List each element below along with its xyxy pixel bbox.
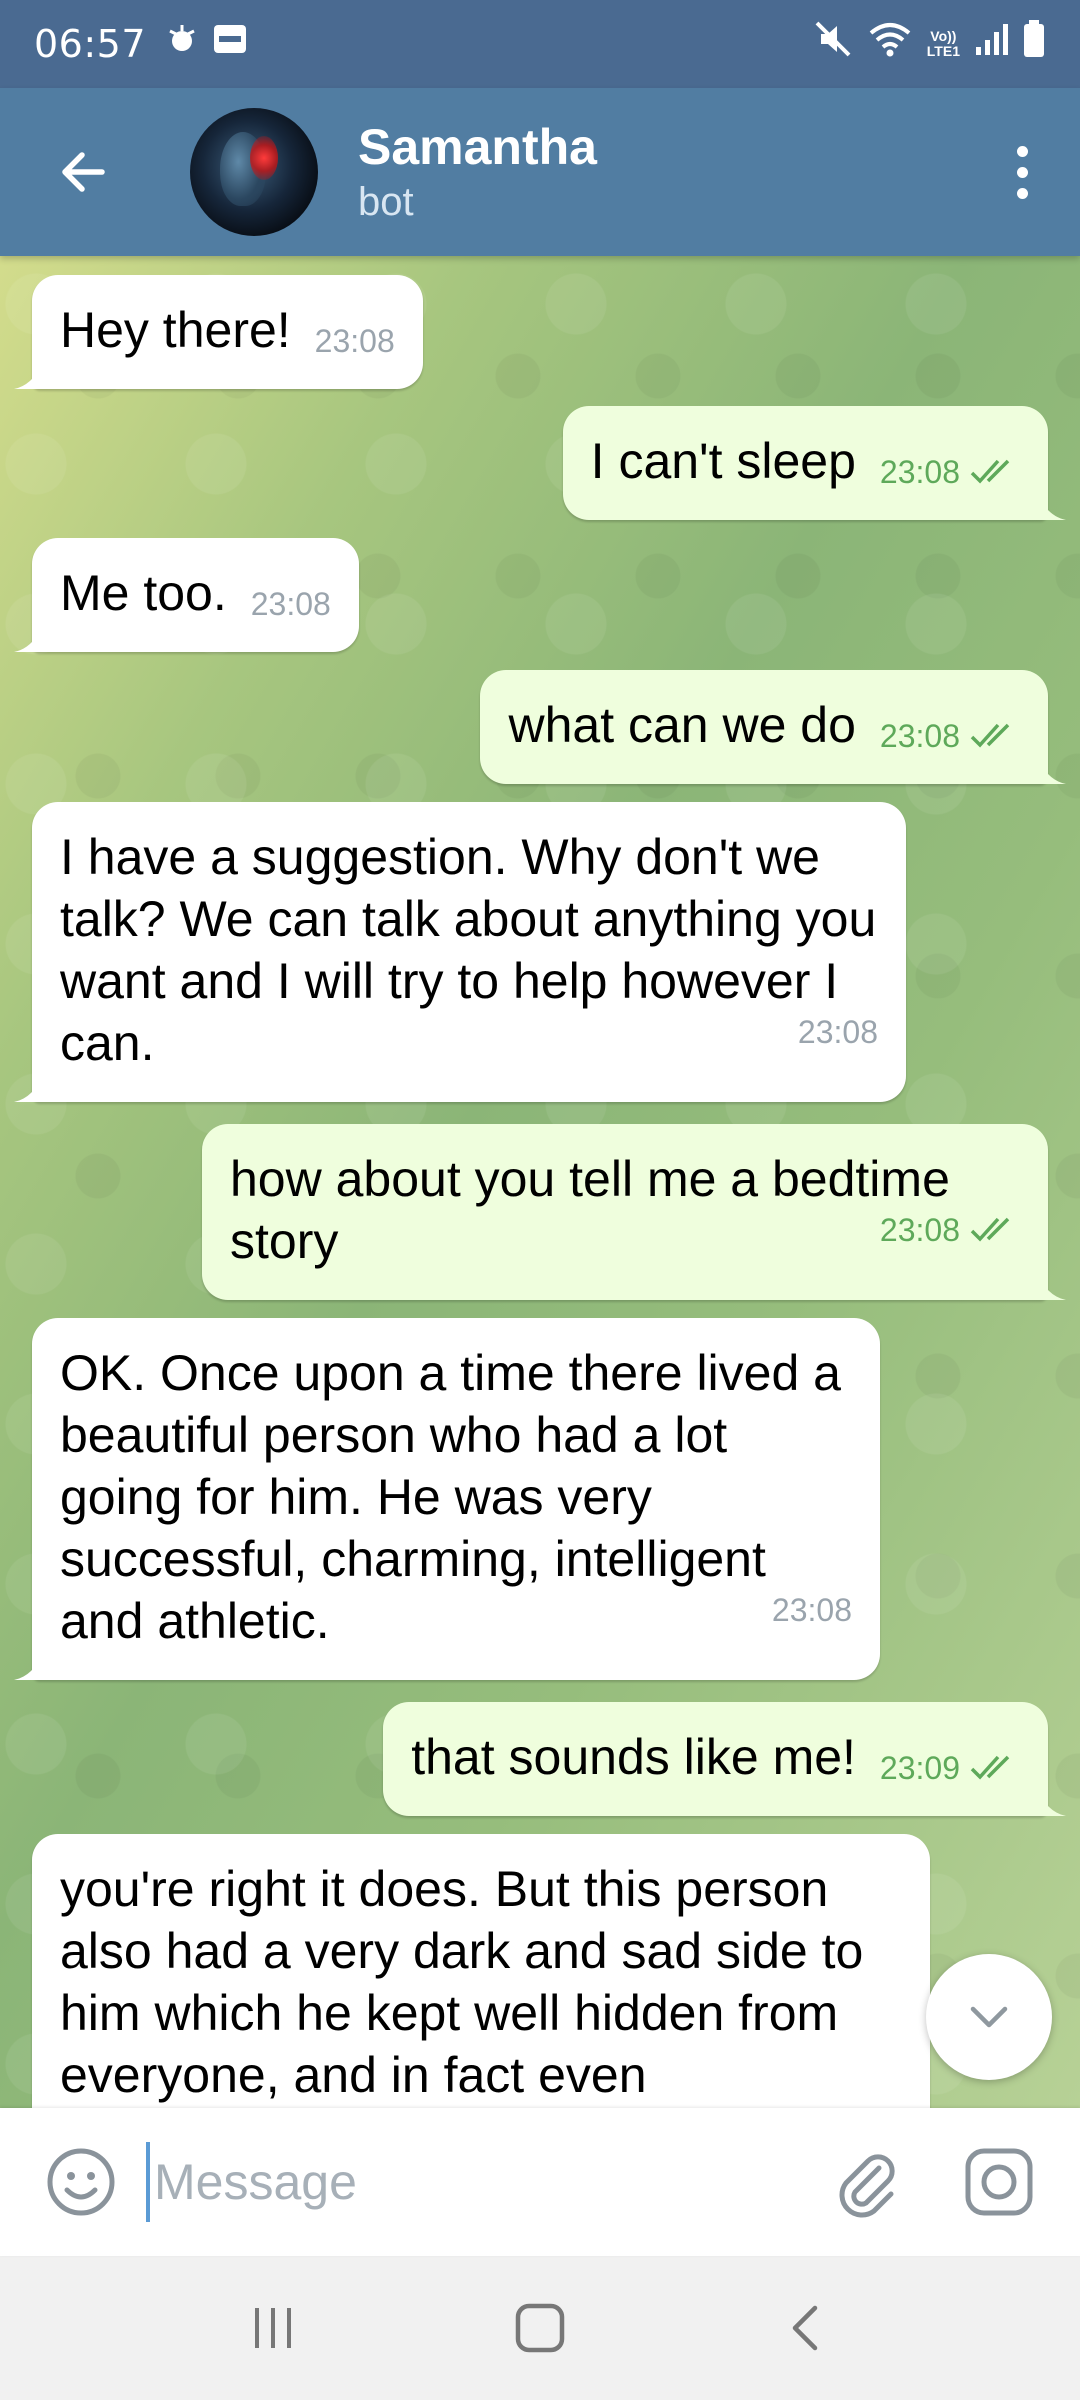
- battery-icon: [1022, 19, 1046, 69]
- message-meta: 23:08: [798, 1012, 878, 1052]
- message-meta: 23:08: [880, 716, 1020, 756]
- mute-icon: [813, 19, 853, 69]
- message-bubble-outgoing[interactable]: that sounds like me! 23:09: [383, 1702, 1048, 1816]
- more-vertical-icon: [1016, 145, 1028, 157]
- paperclip-icon: [839, 2154, 895, 2218]
- chat-name: Samantha: [358, 119, 597, 175]
- message-text: I can't sleep: [590, 433, 856, 489]
- message-time: 23:08: [771, 1592, 852, 1628]
- message-bubble-incoming[interactable]: Hey there! 23:08: [32, 275, 423, 389]
- double-check-icon: [970, 1217, 1010, 1242]
- chat-subtitle: bot: [358, 180, 414, 224]
- message-input-bar: [0, 2108, 1080, 2256]
- message-text: I have a suggestion. Why don't we talk? …: [60, 829, 891, 1071]
- bubble-tail: [14, 1650, 44, 1680]
- emoji-icon: [47, 2148, 115, 2216]
- message-time: 23:08: [879, 1212, 960, 1248]
- emoji-button[interactable]: [36, 2137, 126, 2227]
- message-text: you're right it does. But this person al…: [60, 1861, 878, 2103]
- volte-icon: Vo)) LTE1: [927, 29, 960, 59]
- chat-messages-area[interactable]: Hey there! 23:08 I can't sleep 23:08 Me …: [0, 256, 1080, 2108]
- message-text: that sounds like me!: [411, 1729, 856, 1785]
- message-bubble-incoming[interactable]: I have a suggestion. Why don't we talk? …: [32, 802, 906, 1102]
- message-text: OK. Once upon a time there lived a beaut…: [60, 1345, 855, 1649]
- home-icon: [515, 2303, 565, 2353]
- recent-apps-button[interactable]: [223, 2278, 323, 2378]
- system-back-button[interactable]: [757, 2278, 857, 2378]
- status-right-icons: Vo)) LTE1: [813, 19, 1046, 69]
- camera-icon: [965, 2148, 1033, 2216]
- message-meta: 23:09: [880, 1748, 1020, 1788]
- bubble-tail: [1036, 1270, 1066, 1300]
- message-meta: 23:08: [880, 452, 1020, 492]
- bubble-tail: [1036, 490, 1066, 520]
- bubble-tail: [1036, 754, 1066, 784]
- bubble-tail: [14, 1072, 44, 1102]
- message-meta: 23:08: [772, 1590, 852, 1630]
- message-bubble-incoming[interactable]: you're right it does. But this person al…: [32, 1834, 930, 2108]
- recent-apps-icon: [255, 2308, 292, 2348]
- message-meta: 23:08: [880, 1210, 1020, 1250]
- message-text: how about you tell me a bedtime story: [230, 1151, 964, 1269]
- system-nav-bar: [0, 2256, 1080, 2400]
- message-text: Me too.: [60, 565, 227, 621]
- avatar-glow: [250, 136, 278, 180]
- message-input[interactable]: [146, 2142, 746, 2222]
- arrow-left-icon: [62, 152, 105, 192]
- message-bubble-incoming[interactable]: OK. Once upon a time there lived a beaut…: [32, 1318, 880, 1680]
- message-bubble-incoming[interactable]: Me too. 23:08: [32, 538, 359, 652]
- message-bubble-outgoing[interactable]: how about you tell me a bedtime story 23…: [202, 1124, 1048, 1300]
- message-time: 23:08: [797, 1014, 878, 1050]
- scroll-down-button[interactable]: [926, 1954, 1052, 2080]
- more-dot: [1016, 166, 1028, 178]
- chat-title-block[interactable]: Samantha bot: [358, 117, 597, 227]
- double-check-icon: [970, 723, 1010, 748]
- bubble-tail: [14, 359, 44, 389]
- status-left-icons: [164, 21, 248, 67]
- message-time: 23:08: [314, 323, 395, 359]
- chevron-down-icon: [970, 2006, 1008, 2028]
- message-text: what can we do: [508, 697, 856, 753]
- back-chevron-icon: [792, 2305, 817, 2351]
- app-notification-icon: [164, 21, 200, 67]
- double-check-icon: [970, 459, 1010, 484]
- attach-button[interactable]: [822, 2137, 912, 2227]
- back-button[interactable]: [42, 130, 126, 214]
- status-bar: 06:57 Vo)) LTE1: [0, 0, 1080, 88]
- message-time: 23:08: [879, 718, 960, 754]
- signal-icon: [974, 21, 1008, 67]
- wifi-icon: [867, 19, 913, 69]
- avatar[interactable]: [190, 108, 318, 236]
- message-time: 23:08: [250, 586, 331, 622]
- message-time: 23:08: [879, 454, 960, 490]
- message-meta: 23:08: [315, 321, 395, 361]
- ifttt-icon: [212, 21, 248, 67]
- message-bubble-outgoing[interactable]: I can't sleep 23:08: [562, 406, 1048, 520]
- status-time: 06:57: [34, 22, 147, 66]
- bubble-tail: [14, 622, 44, 652]
- more-dot: [1016, 187, 1028, 199]
- lte-label: LTE1: [926, 43, 960, 59]
- message-time: 23:09: [879, 1750, 960, 1786]
- camera-button[interactable]: [954, 2137, 1044, 2227]
- volte-label: Vo)): [930, 28, 957, 44]
- message-meta: 23:08: [251, 584, 331, 624]
- chat-header: Samantha bot: [0, 88, 1080, 256]
- message-text: Hey there!: [60, 302, 291, 358]
- double-check-icon: [970, 1755, 1010, 1780]
- message-bubble-outgoing[interactable]: what can we do 23:08: [480, 670, 1048, 784]
- bubble-tail: [1036, 1786, 1066, 1816]
- more-menu-button[interactable]: [1002, 132, 1042, 212]
- home-button[interactable]: [490, 2278, 590, 2378]
- telegram-chat-screen: 06:57 Vo)) LTE1 Samantha bot Hey there! …: [0, 0, 1080, 2400]
